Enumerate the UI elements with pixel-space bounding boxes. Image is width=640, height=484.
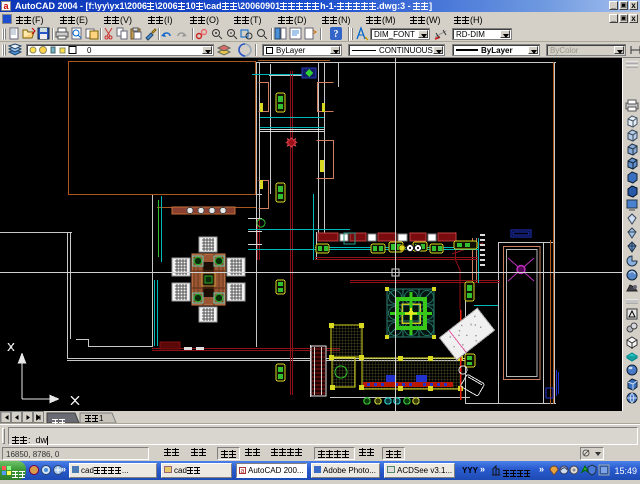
svg-text:?: ? [334, 29, 339, 40]
